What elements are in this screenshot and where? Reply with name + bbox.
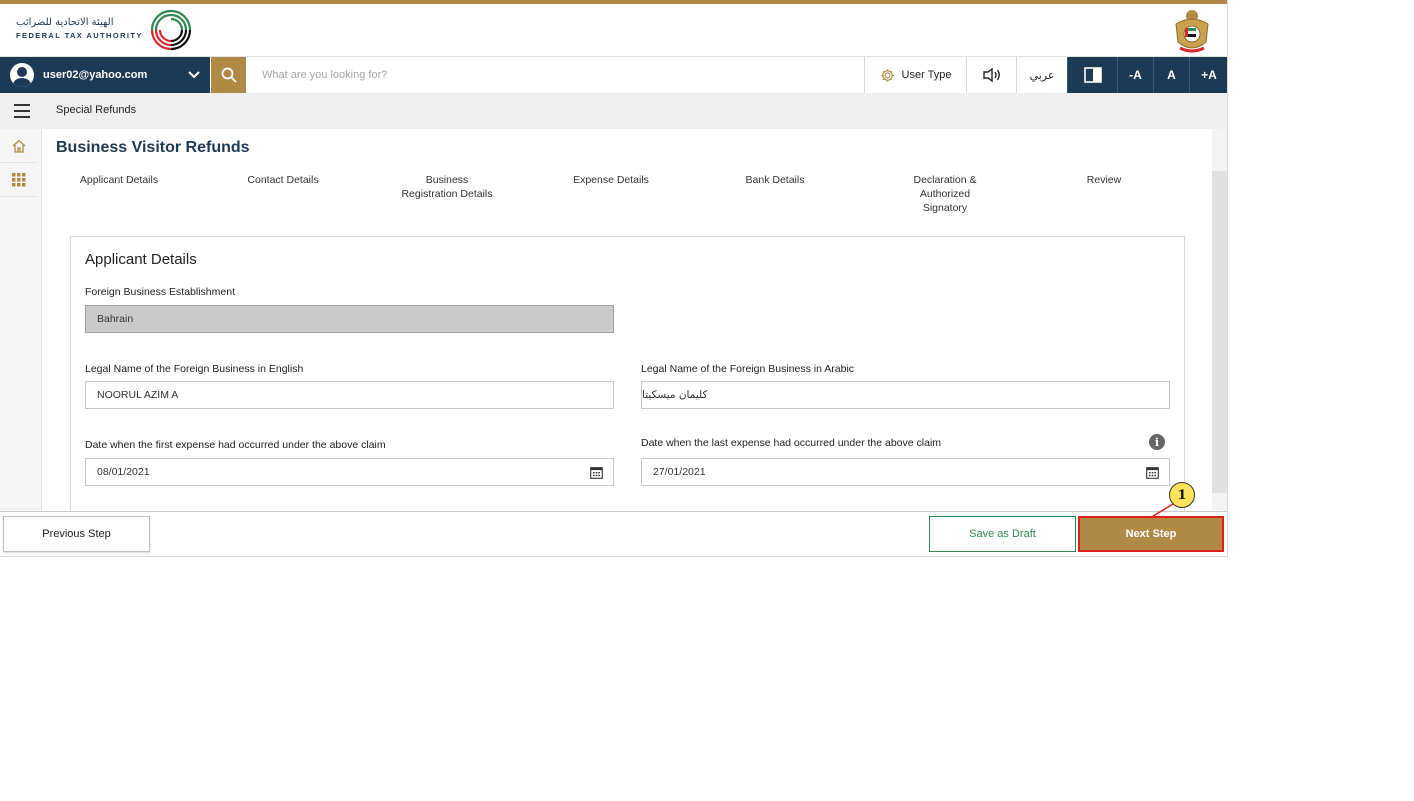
- user-type-label: User Type: [901, 69, 952, 81]
- step-declaration[interactable]: Declaration & Authorized Signatory: [886, 173, 1004, 215]
- legal-name-ar-input[interactable]: كليمان ميسكيتا: [641, 381, 1170, 409]
- home-icon: [12, 139, 26, 153]
- user-avatar-icon: [10, 63, 34, 87]
- font-decrease-button[interactable]: -A: [1117, 57, 1153, 93]
- logo-english-text: FEDERAL TAX AUTHORITY: [16, 31, 143, 40]
- uae-emblem-icon: [1175, 10, 1209, 53]
- hamburger-menu-icon[interactable]: [14, 104, 30, 118]
- site-header: الهيئة الاتحادية للضرائب FEDERAL TAX AUT…: [0, 4, 1227, 57]
- section-title: Applicant Details: [85, 251, 197, 268]
- user-email: user02@yahoo.com: [43, 69, 148, 81]
- user-type-button[interactable]: User Type: [864, 57, 966, 93]
- language-toggle[interactable]: عربي: [1016, 57, 1067, 93]
- callout-number-badge: 1: [1169, 482, 1195, 508]
- next-step-button[interactable]: Next Step: [1078, 516, 1224, 552]
- first-expense-date-input[interactable]: 08/01/2021: [85, 458, 614, 486]
- user-menu[interactable]: user02@yahoo.com: [0, 57, 210, 93]
- breadcrumb: Special Refunds: [0, 93, 1227, 129]
- form-footer: Previous Step Save as Draft Next Step: [0, 511, 1227, 556]
- establishment-label: Foreign Business Establishment: [85, 286, 235, 298]
- step-review[interactable]: Review: [1045, 173, 1163, 187]
- font-increase-button[interactable]: +A: [1189, 57, 1227, 93]
- logo-arabic-text: الهيئة الاتحادية للضرائب: [16, 17, 114, 28]
- calendar-icon[interactable]: [590, 466, 603, 479]
- search-input[interactable]: [246, 57, 864, 93]
- contrast-toggle[interactable]: [1067, 57, 1117, 93]
- breadcrumb-current[interactable]: Special Refunds: [56, 104, 136, 116]
- font-normal-button[interactable]: A: [1153, 57, 1189, 93]
- search-icon: [221, 67, 237, 83]
- chevron-down-icon[interactable]: [184, 65, 204, 85]
- establishment-field: Bahrain: [85, 305, 614, 333]
- first-expense-date-label: Date when the first expense had occurred…: [85, 439, 386, 451]
- fta-logo-text[interactable]: الهيئة الاتحادية للضرائب FEDERAL TAX AUT…: [16, 17, 144, 40]
- step-business-registration[interactable]: Business Registration Details: [388, 173, 506, 201]
- step-bank-details[interactable]: Bank Details: [716, 173, 834, 187]
- step-expense-details[interactable]: Expense Details: [552, 173, 670, 187]
- previous-step-button[interactable]: Previous Step: [3, 516, 150, 552]
- page-title: Business Visitor Refunds: [56, 139, 250, 156]
- step-applicant-details[interactable]: Applicant Details: [60, 173, 178, 187]
- last-expense-date-input[interactable]: 27/01/2021: [641, 458, 1170, 486]
- info-icon[interactable]: i: [1149, 434, 1165, 450]
- rail-apps[interactable]: [0, 163, 38, 197]
- grid-icon: [12, 172, 26, 186]
- speaker-icon: [982, 67, 1000, 83]
- search-button[interactable]: [211, 57, 246, 93]
- scrollbar-thumb[interactable]: [1212, 171, 1227, 493]
- step-contact-details[interactable]: Contact Details: [224, 173, 342, 187]
- audio-button[interactable]: [966, 57, 1016, 93]
- rail-home[interactable]: [0, 129, 38, 163]
- legal-name-en-input[interactable]: NOORUL AZIM A: [85, 381, 614, 409]
- gear-icon: [880, 68, 894, 82]
- fta-logo-mark-icon[interactable]: [148, 7, 194, 53]
- last-expense-date-value: 27/01/2021: [653, 466, 706, 478]
- calendar-icon[interactable]: [1146, 466, 1159, 479]
- contrast-icon: [1083, 67, 1102, 83]
- legal-name-en-label: Legal Name of the Foreign Business in En…: [85, 363, 304, 375]
- first-expense-date-value: 08/01/2021: [97, 466, 150, 478]
- top-toolbar: user02@yahoo.com User Type: [0, 57, 1227, 93]
- app-window: الهيئة الاتحادية للضرائب FEDERAL TAX AUT…: [0, 0, 1228, 557]
- last-expense-date-label: Date when the last expense had occurred …: [641, 437, 942, 449]
- left-rail: [0, 129, 42, 511]
- save-draft-button[interactable]: Save as Draft: [929, 516, 1076, 552]
- legal-name-ar-label: Legal Name of the Foreign Business in Ar…: [641, 363, 855, 375]
